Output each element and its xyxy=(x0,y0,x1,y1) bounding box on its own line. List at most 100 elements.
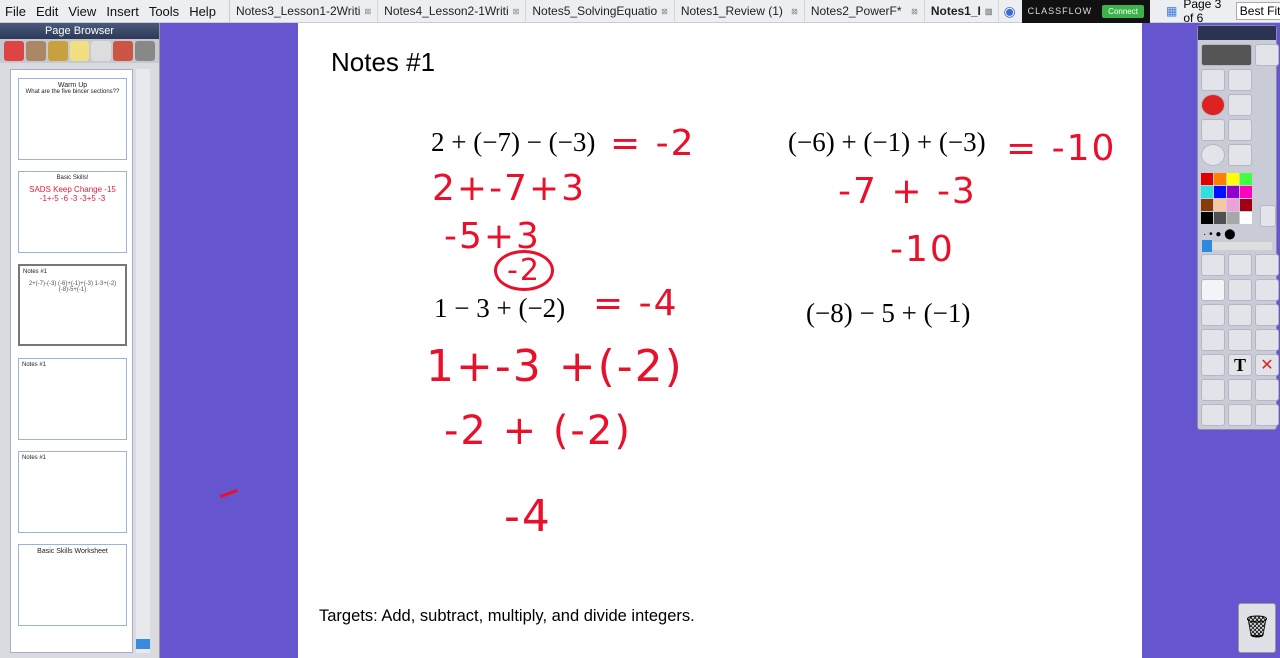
tab-notes5[interactable]: Notes5_SolvingEquatio ⊠ xyxy=(526,0,675,23)
pen-width-slider[interactable] xyxy=(1202,240,1272,252)
browser-button[interactable] xyxy=(1228,144,1252,166)
color-swatch[interactable] xyxy=(1227,212,1239,224)
resource-library-icon[interactable] xyxy=(25,41,46,61)
page-browser-icon[interactable] xyxy=(4,41,24,61)
scroll-thumb[interactable] xyxy=(136,639,150,649)
menu-help[interactable]: Help xyxy=(184,4,221,19)
page-browser-title: Page Browser xyxy=(44,25,115,37)
pen-tool[interactable] xyxy=(1201,279,1225,301)
slider-handle[interactable] xyxy=(1202,240,1212,252)
profiles-button[interactable] xyxy=(1228,69,1252,91)
redo-button[interactable] xyxy=(1228,404,1252,426)
color-swatch[interactable] xyxy=(1214,186,1226,198)
tab-notes1-review[interactable]: Notes1_Review (1) ⊠ xyxy=(675,0,805,23)
text-tool[interactable]: T xyxy=(1228,354,1252,376)
color-swatch[interactable] xyxy=(1214,173,1226,185)
delete-button[interactable]: ✕ xyxy=(1255,354,1279,376)
folder-button[interactable] xyxy=(1255,379,1279,401)
share-button[interactable] xyxy=(1201,44,1252,66)
property-browser-icon[interactable] xyxy=(91,41,112,61)
page-thumb-3[interactable]: Notes #1 2+(-7)-(-3) (-6)+(-1)+(-3) 1-3+(… xyxy=(18,264,127,346)
zoom-select[interactable]: Best Fit xyxy=(1235,2,1280,20)
pages-button[interactable] xyxy=(1255,254,1279,276)
tab-label: Notes5_SolvingEquatio xyxy=(532,4,658,18)
color-swatch[interactable] xyxy=(1240,212,1252,224)
tab-notes1-active[interactable]: Notes1_I ▥ xyxy=(925,0,1000,23)
close-icon[interactable]: ⊠ xyxy=(791,7,798,16)
tab-label: Notes2_PowerF* xyxy=(810,4,902,18)
action-browser-icon[interactable] xyxy=(113,41,134,61)
highlighter-tool[interactable] xyxy=(1228,279,1252,301)
flipchart-page[interactable]: Notes #1 2 + (−7) − (−3) (−6) + (−1) + (… xyxy=(298,23,1142,658)
eraser-tool[interactable] xyxy=(1201,304,1225,326)
tab-notes2[interactable]: Notes2_PowerF* ⊠ xyxy=(805,0,925,23)
page-grid-icon[interactable]: ▦ xyxy=(1166,4,1177,18)
page-browser-panel: Page Browser Warm Up What are the five bi… xyxy=(0,23,160,658)
page-thumb-2[interactable]: Basic Skills! SADS Keep Change -15 -1+-5 … xyxy=(18,171,127,253)
next-page-button[interactable] xyxy=(1228,119,1252,141)
notes-icon[interactable] xyxy=(69,41,90,61)
play-button[interactable] xyxy=(1201,144,1225,166)
clear-tool[interactable] xyxy=(1201,379,1225,401)
tab-notes3[interactable]: Notes3_Lesson1-2Writi ⊠ xyxy=(230,0,379,23)
ink-answer-1: = -2 xyxy=(610,123,696,164)
page-thumb-6[interactable]: Basic Skills Worksheet xyxy=(18,544,127,626)
undo-button[interactable] xyxy=(1201,404,1225,426)
color-swatch[interactable] xyxy=(1240,173,1252,185)
page-thumb-5[interactable]: Notes #1 xyxy=(18,451,127,533)
menu-edit[interactable]: Edit xyxy=(31,4,63,19)
color-picker-button[interactable] xyxy=(1260,205,1276,227)
color-swatch[interactable] xyxy=(1201,186,1213,198)
color-swatch[interactable] xyxy=(1214,199,1226,211)
color-swatch[interactable] xyxy=(1240,199,1252,211)
select-tool[interactable] xyxy=(1201,254,1225,276)
classflow-connect-button[interactable]: Connect xyxy=(1102,4,1144,18)
color-swatch[interactable] xyxy=(1227,199,1239,211)
fullscreen-button[interactable] xyxy=(1255,404,1279,426)
color-swatch[interactable] xyxy=(1240,186,1252,198)
menu-insert[interactable]: Insert xyxy=(101,4,144,19)
color-swatch[interactable] xyxy=(1227,186,1239,198)
color-swatch[interactable] xyxy=(1201,212,1213,224)
problem-3: 1 − 3 + (−2) xyxy=(434,293,566,323)
fill-tool[interactable] xyxy=(1228,304,1252,326)
protractor-tool[interactable] xyxy=(1255,304,1279,326)
reset-desktop-button[interactable] xyxy=(1201,94,1225,116)
toolbox-header[interactable] xyxy=(1198,26,1276,40)
reset-page-button[interactable] xyxy=(1228,379,1252,401)
thumbnail-scrollbar[interactable] xyxy=(136,69,150,653)
tools-button[interactable] xyxy=(1228,254,1252,276)
camera-tool[interactable] xyxy=(1201,354,1225,376)
magic-ink-tool[interactable] xyxy=(1255,279,1279,301)
color-swatch[interactable] xyxy=(1227,173,1239,185)
color-swatch[interactable] xyxy=(1201,199,1213,211)
dice-tool[interactable] xyxy=(1255,329,1279,351)
previous-page-button[interactable] xyxy=(1201,119,1225,141)
page-thumb-4[interactable]: Notes #1 xyxy=(18,358,127,440)
app-icon[interactable]: ◉ xyxy=(1003,3,1015,20)
menu-view[interactable]: View xyxy=(63,4,101,19)
menu-file[interactable]: File xyxy=(0,4,31,19)
close-icon[interactable]: ⊠ xyxy=(911,7,918,16)
color-palette xyxy=(1198,170,1255,227)
close-icon[interactable]: ⊠ xyxy=(513,7,520,16)
page-thumb-1[interactable]: Warm Up What are the five bincer sections… xyxy=(18,78,127,160)
menu-tools[interactable]: Tools xyxy=(144,4,184,19)
main-menu-button[interactable] xyxy=(1201,69,1225,91)
object-browser-icon[interactable] xyxy=(47,41,68,61)
desktop-tools-button[interactable] xyxy=(1228,94,1252,116)
thumb-title: Notes #1 xyxy=(22,455,47,461)
tab-notes4[interactable]: Notes4_Lesson2-1Writi ⊠ xyxy=(378,0,527,23)
shape-tool[interactable] xyxy=(1201,329,1225,351)
close-icon[interactable]: ⊠ xyxy=(661,7,668,16)
color-swatch[interactable] xyxy=(1214,212,1226,224)
voting-browser-icon[interactable] xyxy=(135,41,156,61)
close-icon[interactable]: ⊠ xyxy=(364,7,371,16)
ink-step: 2+-7+3 xyxy=(432,168,587,209)
thumb-text: 2+(-7)-(-3) (-6)+(-1)+(-3) 1-3+(-2) (-8)… xyxy=(28,281,117,293)
close-icon[interactable]: ▥ xyxy=(985,7,993,16)
connector-tool[interactable] xyxy=(1228,329,1252,351)
user-icon[interactable] xyxy=(1255,44,1279,66)
color-swatch[interactable] xyxy=(1201,173,1213,185)
trash-bin-icon[interactable]: 🗑 xyxy=(1238,603,1276,653)
